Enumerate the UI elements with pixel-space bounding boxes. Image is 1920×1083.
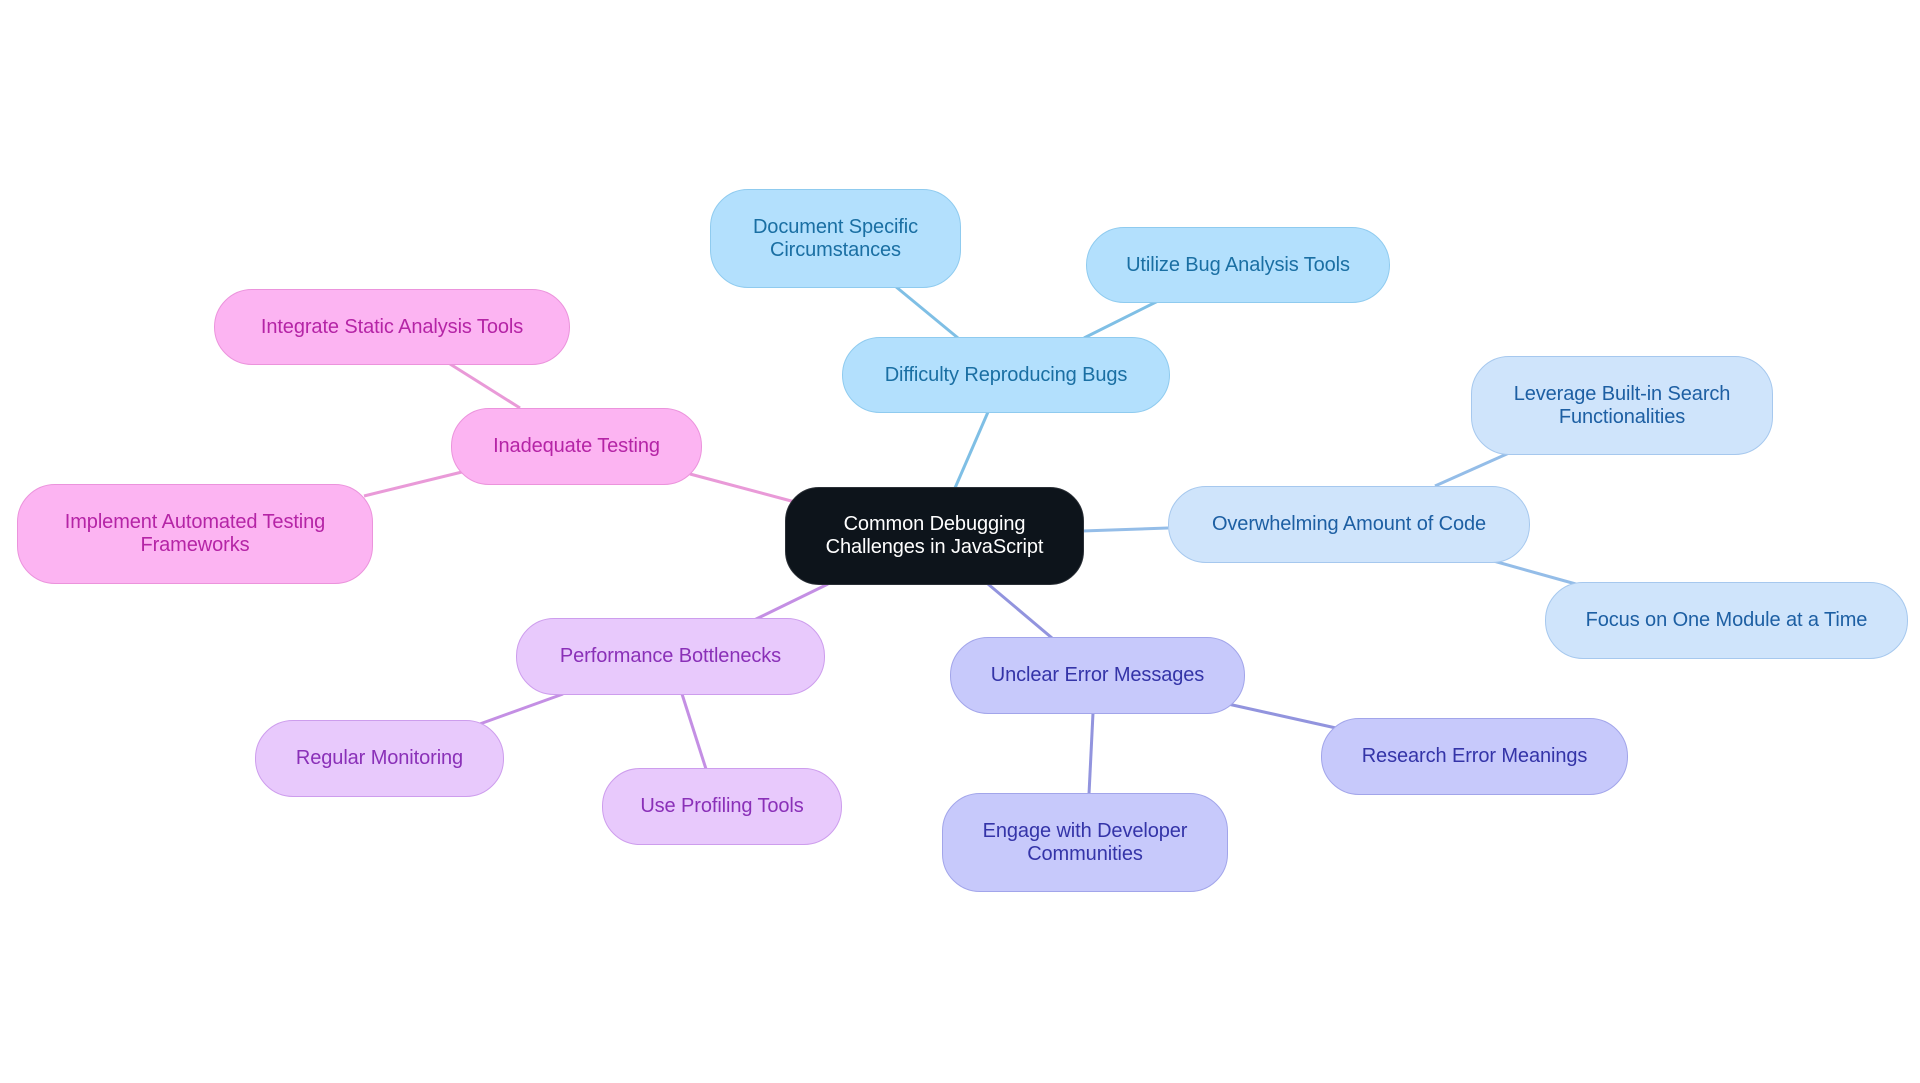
edge-overwhelming-leverage [1434,451,1510,488]
leaf-integrate-static-analysis-tools[interactable]: Integrate Static Analysis Tools [214,289,570,365]
leaf-document-specific-circumstances[interactable]: Document Specific Circumstances [710,189,961,288]
edge-performance-monitoring [476,692,564,727]
root-label-line-1: Common Debugging [843,513,1026,535]
edge-overwhelming-focus [1489,558,1584,588]
leaf-label: Use Profiling Tools [640,795,804,817]
leaf-label: Research Error Meanings [1361,745,1588,767]
edge-unclear-research [1227,702,1337,730]
leaf-label: Focus on One Module at a Time [1585,609,1868,631]
root-label-line-2: Challenges in JavaScript [825,536,1044,558]
branch-difficulty-reproducing-bugs[interactable]: Difficulty Reproducing Bugs [842,337,1170,413]
leaf-label: Utilize Bug Analysis Tools [1126,253,1350,276]
leaf-implement-automated-testing-frameworks[interactable]: Implement Automated Testing Frameworks [17,484,373,584]
edge-root-testing [689,472,796,504]
edge-root-performance [749,582,829,624]
edge-root-overwhelming [1081,526,1169,533]
leaf-label-line-1: Engage with Developer [982,819,1188,842]
leaf-utilize-bug-analysis-tools[interactable]: Utilize Bug Analysis Tools [1086,227,1390,303]
edge-testing-automated [363,470,463,498]
leaf-label-line-2: Frameworks [140,534,250,556]
leaf-leverage-built-in-search[interactable]: Leverage Built-in Search Functionalities [1471,356,1773,455]
leaf-regular-monitoring[interactable]: Regular Monitoring [255,720,504,797]
edge-reproducing-document [894,284,959,340]
leaf-label-line-2: Functionalities [1558,405,1686,428]
leaf-label: Regular Monitoring [295,747,464,769]
leaf-use-profiling-tools[interactable]: Use Profiling Tools [602,768,842,845]
branch-inadequate-testing[interactable]: Inadequate Testing [451,408,702,485]
branch-label: Overwhelming Amount of Code [1211,513,1487,535]
leaf-label-line-1: Leverage Built-in Search [1513,382,1731,405]
leaf-label: Integrate Static Analysis Tools [260,315,524,338]
root-node[interactable]: Common Debugging Challenges in JavaScrip… [785,487,1084,585]
branch-label: Unclear Error Messages [990,664,1205,686]
edge-performance-profiling [680,693,708,770]
branch-label: Inadequate Testing [493,435,660,457]
edge-testing-static [449,362,521,410]
leaf-label-line-2: Circumstances [770,238,901,261]
branch-label: Difficulty Reproducing Bugs [884,363,1128,386]
edge-unclear-engage [1087,712,1095,795]
leaf-label-line-2: Communities [1027,842,1143,865]
edge-root-reproducing [953,411,990,489]
leaf-focus-on-one-module[interactable]: Focus on One Module at a Time [1545,582,1908,659]
branch-overwhelming-amount-of-code[interactable]: Overwhelming Amount of Code [1168,486,1530,563]
edge-reproducing-utilize [1083,299,1159,340]
leaf-label-line-1: Implement Automated Testing [64,511,326,533]
edge-root-unclear [987,582,1053,640]
leaf-engage-with-developer-communities[interactable]: Engage with Developer Communities [942,793,1228,892]
branch-performance-bottlenecks[interactable]: Performance Bottlenecks [516,618,825,695]
leaf-label-line-1: Document Specific [752,215,919,238]
branch-label: Performance Bottlenecks [559,645,782,667]
leaf-research-error-meanings[interactable]: Research Error Meanings [1321,718,1628,795]
branch-unclear-error-messages[interactable]: Unclear Error Messages [950,637,1245,714]
